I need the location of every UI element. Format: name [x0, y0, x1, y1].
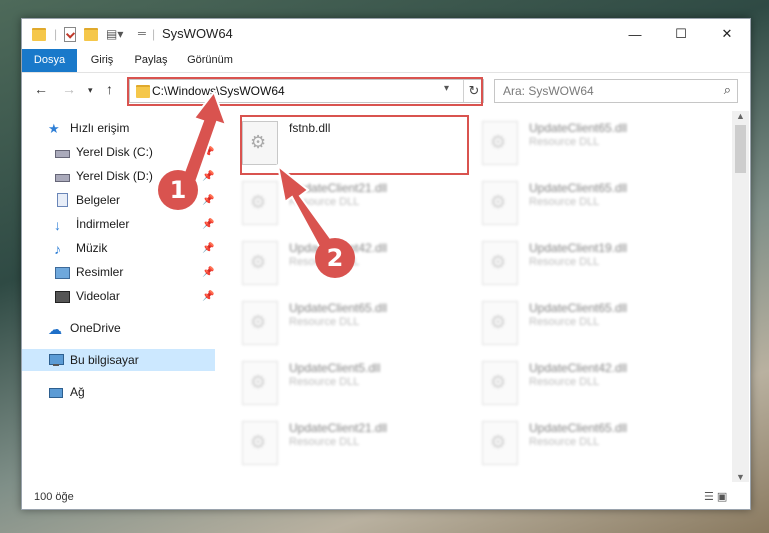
step-badge-2: 2	[315, 238, 355, 278]
arrow-1	[180, 89, 228, 184]
step-badge-1: 1	[158, 170, 198, 210]
annotation-arrows	[180, 89, 336, 254]
